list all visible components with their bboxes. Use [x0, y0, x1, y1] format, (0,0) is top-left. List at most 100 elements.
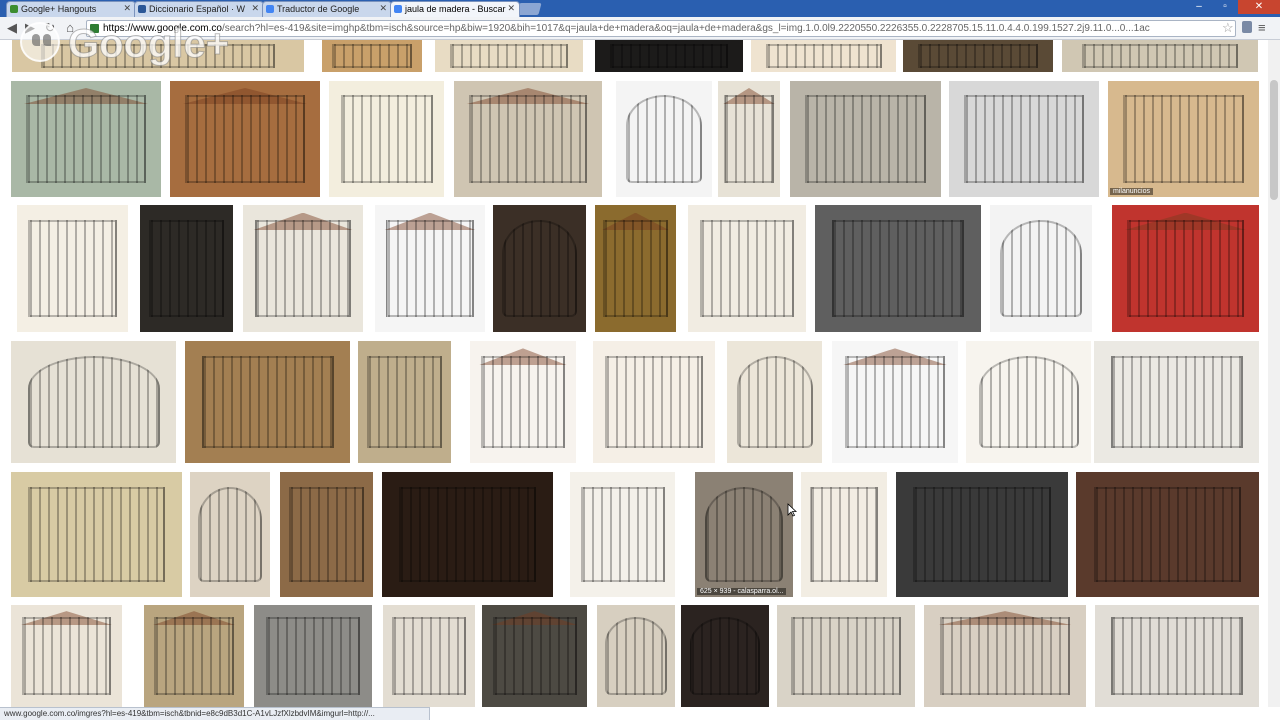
tab-traductor[interactable]: Traductor de Google ✕: [262, 1, 392, 17]
image-result-thumbnail[interactable]: [718, 81, 780, 197]
cage-bars-shape: [332, 43, 412, 69]
vertical-scrollbar[interactable]: [1268, 40, 1280, 707]
image-result-thumbnail[interactable]: [358, 341, 451, 463]
cage-bars-shape: [940, 617, 1070, 695]
image-result-thumbnail[interactable]: [482, 605, 587, 707]
image-result-thumbnail[interactable]: [185, 341, 350, 463]
image-result-thumbnail[interactable]: [17, 205, 128, 332]
image-result-thumbnail[interactable]: [243, 205, 363, 332]
close-window-icon[interactable]: ✕: [1238, 0, 1280, 14]
image-result-thumbnail[interactable]: [727, 341, 822, 463]
image-result-thumbnail[interactable]: [832, 341, 958, 463]
minimize-icon[interactable]: –: [1186, 0, 1212, 14]
image-result-thumbnail[interactable]: [570, 472, 675, 597]
image-result-thumbnail[interactable]: [1112, 205, 1259, 332]
image-result-thumbnail[interactable]: [140, 205, 233, 332]
image-result-thumbnail[interactable]: [329, 81, 444, 197]
image-result-thumbnail[interactable]: [382, 472, 553, 597]
cage-bars-shape: [699, 220, 795, 317]
image-result-thumbnail[interactable]: [170, 81, 320, 197]
image-result-thumbnail[interactable]: [597, 605, 675, 707]
image-result-thumbnail[interactable]: [903, 40, 1053, 72]
cage-bars-shape: [1000, 220, 1082, 317]
bookmark-star-icon[interactable]: ☆: [1222, 20, 1234, 36]
extension-icon[interactable]: [1242, 21, 1252, 33]
image-result-thumbnail[interactable]: [616, 81, 712, 197]
image-result-thumbnail[interactable]: [688, 205, 806, 332]
close-tab-icon[interactable]: ✕: [507, 3, 515, 14]
cage-bars-shape: [198, 487, 262, 582]
image-result-thumbnail[interactable]: [383, 605, 475, 707]
scrollbar-thumb[interactable]: [1270, 80, 1278, 200]
image-result-thumbnail[interactable]: [593, 341, 715, 463]
image-result-thumbnail[interactable]: [1062, 40, 1258, 72]
tab-hangouts[interactable]: Google+ Hangouts ✕: [6, 1, 136, 17]
image-result-thumbnail[interactable]: [896, 472, 1068, 597]
image-result-thumbnail[interactable]: [949, 81, 1099, 197]
image-caption: milanuncios: [1110, 188, 1153, 195]
cage-bars-shape: [625, 94, 703, 184]
cage-bars-shape: [265, 617, 361, 695]
image-result-thumbnail[interactable]: [595, 205, 676, 332]
image-result-thumbnail[interactable]: [1095, 605, 1259, 707]
close-tab-icon[interactable]: ✕: [123, 3, 131, 14]
tab-jaula-de-madera[interactable]: jaula de madera - Buscar ✕: [390, 1, 520, 17]
maximize-icon[interactable]: ▫: [1212, 0, 1238, 14]
image-result-thumbnail[interactable]: [144, 605, 244, 707]
image-result-thumbnail[interactable]: [280, 472, 373, 597]
address-bar[interactable]: https://www.google.com.co/search?hl=es-4…: [86, 20, 1236, 37]
tab-label: Google+ Hangouts: [21, 4, 97, 14]
cage-bars-shape: [28, 220, 117, 317]
image-result-thumbnail[interactable]: [435, 40, 583, 72]
cage-bars-shape: [964, 94, 1084, 184]
image-result-thumbnail[interactable]: [11, 341, 176, 463]
cage-bars-shape: [255, 220, 351, 317]
image-result-thumbnail[interactable]: [11, 605, 122, 707]
cage-bars-shape: [609, 43, 729, 69]
image-result-thumbnail[interactable]: [322, 40, 422, 72]
close-tab-icon[interactable]: ✕: [251, 3, 259, 14]
image-result-thumbnail[interactable]: [470, 341, 576, 463]
tab-label: Traductor de Google: [277, 4, 360, 14]
back-icon[interactable]: ◀: [4, 20, 20, 36]
image-result-thumbnail[interactable]: [595, 40, 743, 72]
image-result-thumbnail[interactable]: [190, 472, 270, 597]
cage-bars-shape: [149, 220, 224, 317]
image-result-thumbnail[interactable]: [254, 605, 372, 707]
cage-bars-shape: [913, 487, 1051, 582]
image-result-thumbnail[interactable]: [751, 40, 896, 72]
image-result-thumbnail[interactable]: [815, 205, 981, 332]
new-tab-button[interactable]: [516, 3, 542, 15]
cage-bars-shape: [201, 355, 334, 449]
image-result-thumbnail[interactable]: [1076, 472, 1259, 597]
tab-diccionario[interactable]: Diccionario Español · W ✕: [134, 1, 264, 17]
image-result-thumbnail[interactable]: [990, 205, 1092, 332]
cage-bars-shape: [1081, 43, 1239, 69]
image-result-thumbnail[interactable]: 625 × 939 - calasparra.ol...: [695, 472, 793, 597]
image-result-thumbnail[interactable]: [681, 605, 769, 707]
image-result-thumbnail[interactable]: [1094, 341, 1259, 463]
close-tab-icon[interactable]: ✕: [379, 3, 387, 14]
mouse-cursor-icon: [787, 503, 797, 517]
image-result-thumbnail[interactable]: [11, 472, 182, 597]
image-result-thumbnail[interactable]: milanuncios: [1108, 81, 1259, 197]
image-result-thumbnail[interactable]: [375, 205, 485, 332]
tab-strip: Google+ Hangouts ✕ Diccionario Español ·…: [0, 0, 1280, 17]
image-result-thumbnail[interactable]: [924, 605, 1086, 707]
image-result-thumbnail[interactable]: [966, 341, 1091, 463]
cage-bars-shape: [386, 220, 474, 317]
image-result-thumbnail[interactable]: [801, 472, 887, 597]
image-result-thumbnail[interactable]: [11, 81, 161, 197]
image-result-thumbnail[interactable]: [777, 605, 915, 707]
cage-bars-shape: [399, 487, 536, 582]
cage-bars-shape: [844, 355, 946, 449]
image-result-thumbnail[interactable]: [454, 81, 602, 197]
image-result-thumbnail[interactable]: [790, 81, 941, 197]
cage-bars-shape: [185, 94, 305, 184]
url-path: /search?hl=es-419&site=imghp&tbm=isch&so…: [221, 23, 1150, 34]
cage-bars-shape: [392, 617, 466, 695]
cage-bars-shape: [502, 220, 577, 317]
cage-bars-shape: [604, 617, 668, 695]
image-result-thumbnail[interactable]: [493, 205, 586, 332]
menu-icon[interactable]: ≡: [1258, 20, 1266, 35]
